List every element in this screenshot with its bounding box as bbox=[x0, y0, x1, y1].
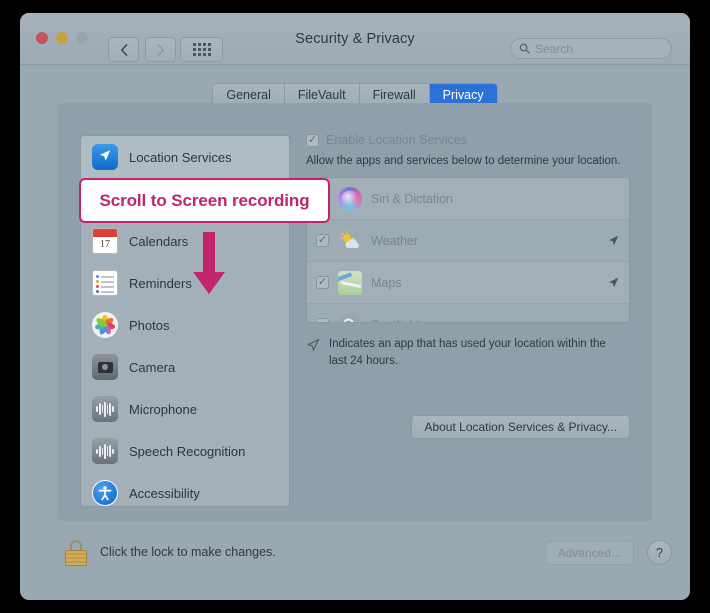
table-row[interactable]: ✓ Spotlight bbox=[307, 304, 629, 323]
help-button[interactable]: ? bbox=[647, 540, 672, 565]
advanced-button: Advanced... bbox=[544, 541, 634, 565]
spotlight-icon bbox=[338, 312, 362, 322]
location-description: Allow the apps and services below to det… bbox=[306, 155, 621, 167]
search-input[interactable] bbox=[535, 41, 655, 56]
app-name: Maps bbox=[371, 275, 402, 290]
search-icon bbox=[519, 43, 530, 54]
app-permission-list[interactable]: ✓ Siri & Dictation ✓ bbox=[306, 177, 630, 323]
sidebar-item-calendars[interactable]: 17 Calendars bbox=[81, 220, 289, 262]
system-preferences-window: Security & Privacy General FileVault Fir… bbox=[20, 13, 690, 600]
screenshot-root: Security & Privacy General FileVault Fir… bbox=[0, 0, 710, 613]
sidebar-item-label: Camera bbox=[129, 359, 176, 375]
maps-icon bbox=[338, 270, 362, 295]
sidebar-item-location-services[interactable]: Location Services bbox=[81, 136, 289, 178]
sidebar-item-microphone[interactable]: Microphone bbox=[81, 388, 289, 430]
sidebar-item-label: Microphone bbox=[129, 401, 197, 417]
location-arrow-icon bbox=[306, 338, 320, 357]
annotation-arrow-down-icon bbox=[188, 232, 230, 309]
window-titlebar: Security & Privacy bbox=[20, 13, 690, 65]
siri-icon bbox=[338, 186, 362, 211]
camera-icon bbox=[92, 354, 118, 380]
accessibility-icon bbox=[92, 480, 118, 506]
sidebar-item-label: Calendars bbox=[129, 233, 189, 249]
app-name: Siri & Dictation bbox=[371, 191, 453, 206]
lock-icon[interactable] bbox=[65, 540, 87, 566]
sidebar-item-camera[interactable]: Camera bbox=[81, 346, 289, 388]
enable-location-services-row[interactable]: ✓ Enable Location Services bbox=[306, 133, 630, 147]
calendar-day-number: 17 bbox=[100, 239, 110, 250]
enable-location-services-label: Enable Location Services bbox=[326, 133, 468, 147]
app-checkbox[interactable]: ✓ bbox=[316, 234, 329, 247]
sidebar-item-speech-recognition[interactable]: Speech Recognition bbox=[81, 430, 289, 472]
reminders-icon bbox=[92, 270, 118, 296]
recently-used-location-icon bbox=[607, 234, 620, 247]
sidebar-item-label: Speech Recognition bbox=[129, 443, 246, 459]
sidebar-item-label: Photos bbox=[129, 317, 170, 333]
sidebar-item-accessibility[interactable]: Accessibility bbox=[81, 472, 289, 506]
location-services-icon bbox=[92, 144, 118, 170]
sidebar-item-reminders[interactable]: Reminders bbox=[81, 262, 289, 304]
app-checkbox[interactable]: ✓ bbox=[316, 318, 329, 322]
recently-used-location-icon bbox=[607, 276, 620, 289]
app-name: Weather bbox=[371, 233, 419, 248]
app-checkbox[interactable]: ✓ bbox=[316, 276, 329, 289]
table-row[interactable]: ✓ Weather bbox=[307, 220, 629, 262]
speech-recognition-icon bbox=[92, 438, 118, 464]
sidebar-item-photos[interactable]: Photos bbox=[81, 304, 289, 346]
search-field[interactable] bbox=[510, 38, 672, 59]
tab-bar: General FileVault Firewall Privacy bbox=[20, 65, 690, 107]
microphone-icon bbox=[92, 396, 118, 422]
table-row[interactable]: ✓ Maps bbox=[307, 262, 629, 304]
about-location-services-button[interactable]: About Location Services & Privacy... bbox=[411, 415, 630, 439]
privacy-panel: Location Services Contacts 17 Calendars bbox=[58, 103, 652, 521]
calendars-icon: 17 bbox=[92, 228, 118, 254]
annotation-text: Scroll to Screen recording bbox=[99, 190, 310, 210]
legend: Indicates an app that has used your loca… bbox=[306, 336, 630, 369]
photos-icon bbox=[92, 312, 118, 338]
annotation-callout: Scroll to Screen recording bbox=[79, 178, 330, 223]
lock-message: Click the lock to make changes. bbox=[100, 545, 276, 559]
sidebar-item-label: Reminders bbox=[129, 275, 192, 291]
weather-icon bbox=[338, 229, 362, 253]
enable-location-services-checkbox[interactable]: ✓ bbox=[306, 133, 319, 147]
sidebar-item-label: Location Services bbox=[129, 149, 232, 165]
window-bottom-bar: Click the lock to make changes. Advanced… bbox=[20, 521, 690, 600]
table-row[interactable]: ✓ Siri & Dictation bbox=[307, 178, 629, 220]
sidebar-item-label: Accessibility bbox=[129, 485, 200, 501]
legend-text: Indicates an app that has used your loca… bbox=[329, 338, 606, 367]
location-services-content: ✓ Enable Location Services Allow the app… bbox=[306, 133, 630, 439]
app-name: Spotlight bbox=[371, 318, 620, 323]
